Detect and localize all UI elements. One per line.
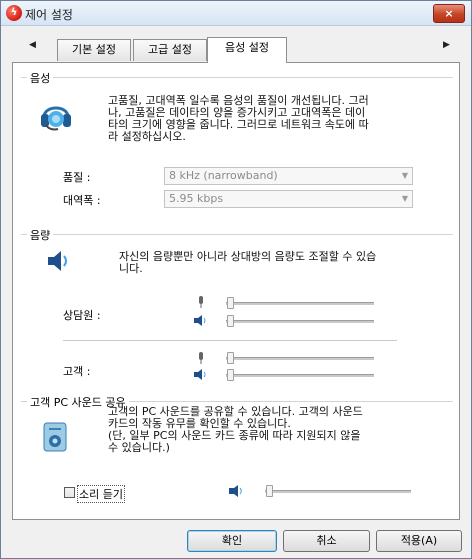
- volume-description-line: 니다.: [119, 262, 143, 275]
- volume-group-border: [21, 234, 453, 235]
- chevron-down-icon: ▼: [401, 171, 408, 180]
- agent-mic-slider-thumb[interactable]: [227, 297, 234, 309]
- tab-voice-settings[interactable]: 음성 설정: [207, 37, 287, 63]
- volume-divider: [63, 340, 397, 341]
- volume-group-title: 음량: [27, 227, 54, 243]
- microphone-icon: [199, 352, 203, 364]
- title-bar[interactable]: ϟ 제어 설정 ×: [1, 1, 471, 26]
- agent-volume-label: 상담원 :: [63, 309, 101, 322]
- speaker-icon: [48, 251, 67, 271]
- headset-icon: [41, 106, 71, 131]
- pc-sound-volume-slider[interactable]: [265, 490, 411, 493]
- quality-select-value: 8 kHz (narrowband): [169, 169, 278, 182]
- speaker-icon: [194, 369, 206, 380]
- agent-mic-slider[interactable]: [226, 302, 374, 305]
- speaker-icon: [194, 315, 206, 326]
- tab-scroll-right-icon[interactable]: ▶: [443, 40, 450, 50]
- pc-sound-description-line: 수 있습니다.): [108, 441, 170, 454]
- tab-scroll-left-icon[interactable]: ◀: [29, 40, 36, 50]
- bandwidth-select[interactable]: 5.95 kbps ▼: [164, 190, 413, 208]
- agent-speaker-slider[interactable]: [226, 320, 374, 323]
- chevron-down-icon: ▼: [401, 194, 408, 203]
- client-mic-slider-thumb[interactable]: [227, 352, 234, 364]
- voice-settings-panel: 음성 고품질, 고대역폭 일수록 음성의 품질이 개선됩니다. 그러 나, 고품…: [12, 63, 460, 520]
- listen-sound-checkbox[interactable]: [64, 487, 75, 498]
- apply-button[interactable]: 적용(A): [376, 530, 462, 552]
- microphone-icon: [199, 296, 203, 308]
- volume-description: 자신의 음량뿐만 아니라 상대방의 음량도 조절할 수 있습 니다.: [119, 251, 449, 275]
- bandwidth-label: 대역폭 :: [63, 194, 101, 207]
- control-settings-window: ϟ 제어 설정 × ◀ 기본 설정 고급 설정 음성 설정 ▶ 음성 고품질, …: [0, 0, 472, 559]
- voice-description: 고품질, 고대역폭 일수록 음성의 품질이 개선됩니다. 그러 나, 고품질은 …: [108, 95, 448, 143]
- quality-label: 품질 :: [63, 171, 91, 184]
- cancel-button[interactable]: 취소: [283, 530, 370, 552]
- close-button[interactable]: ×: [433, 4, 465, 23]
- speaker-icon: [229, 485, 242, 497]
- voice-description-line: 라 설정하십시오.: [108, 130, 186, 143]
- tab-basic-settings[interactable]: 기본 설정: [57, 39, 131, 61]
- voice-group-title: 음성: [27, 70, 54, 86]
- agent-speaker-slider-thumb[interactable]: [227, 315, 234, 327]
- tab-advanced-settings[interactable]: 고급 설정: [133, 39, 207, 61]
- client-mic-slider[interactable]: [226, 357, 374, 360]
- ok-button[interactable]: 확인: [187, 530, 277, 552]
- listen-sound-label[interactable]: 소리 듣기: [77, 485, 125, 503]
- tab-strip: ◀ 기본 설정 고급 설정 음성 설정 ▶: [1, 25, 471, 63]
- pc-sound-description: 고객의 PC 사운드를 공유할 수 있습니다. 고객의 사운드 카드의 작동 유…: [108, 406, 448, 454]
- window-title: 제어 설정: [25, 8, 73, 22]
- client-volume-label: 고객 :: [63, 365, 91, 378]
- volume-description-line: 자신의 음량뿐만 아니라 상대방의 음량도 조절할 수 있습: [119, 250, 377, 263]
- voice-group-border: [21, 77, 453, 78]
- computer-sound-icon: [43, 422, 67, 452]
- bandwidth-select-value: 5.95 kbps: [169, 192, 224, 205]
- app-logo-icon: ϟ: [6, 5, 22, 21]
- pc-sound-volume-slider-thumb[interactable]: [266, 485, 273, 497]
- quality-select[interactable]: 8 kHz (narrowband) ▼: [164, 167, 413, 185]
- client-speaker-slider[interactable]: [226, 374, 374, 377]
- client-speaker-slider-thumb[interactable]: [227, 369, 234, 381]
